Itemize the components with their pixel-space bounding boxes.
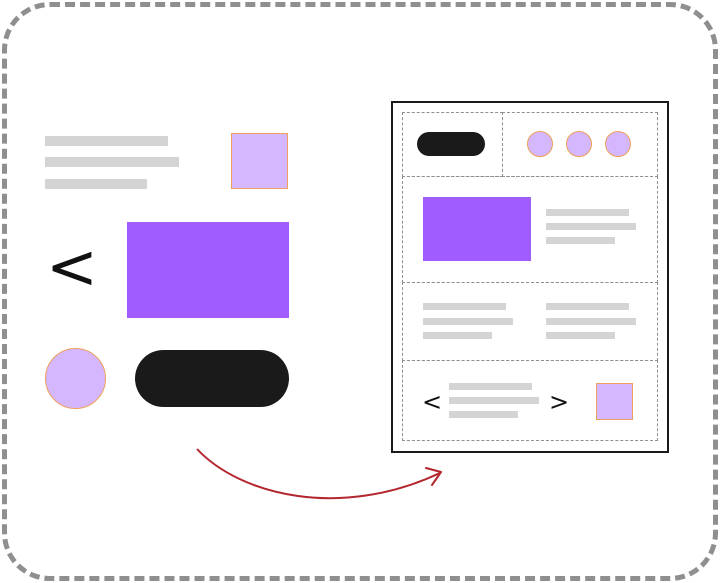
- text-placeholder-line: [546, 209, 629, 216]
- text-placeholder-line: [45, 136, 168, 146]
- button-placeholder-pill: [135, 350, 289, 407]
- text-placeholder-line: [449, 383, 532, 390]
- nav-dot: [605, 131, 631, 157]
- text-placeholder-line: [449, 411, 518, 418]
- text-placeholder-line: [45, 179, 147, 189]
- image-placeholder-square: [231, 133, 288, 189]
- nav-dot: [566, 131, 592, 157]
- image-placeholder-large: [127, 222, 289, 318]
- avatar-placeholder-circle: [45, 348, 106, 409]
- text-placeholder-line: [423, 303, 506, 310]
- nav-dot: [527, 131, 553, 157]
- chevron-right-icon: >: [549, 388, 570, 416]
- hero-image-placeholder: [423, 197, 531, 261]
- text-placeholder-line: [546, 237, 615, 244]
- text-placeholder-line: [546, 318, 636, 325]
- text-placeholder-line: [423, 332, 492, 339]
- chevron-left-icon: <: [422, 388, 443, 416]
- logo-button-placeholder: [417, 132, 485, 156]
- text-placeholder-line: [45, 157, 179, 167]
- thumbnail-placeholder: [596, 383, 633, 420]
- text-placeholder-line: [546, 303, 629, 310]
- text-placeholder-line: [546, 223, 636, 230]
- text-placeholder-line: [423, 318, 513, 325]
- diagram-canvas: < < >: [0, 0, 720, 583]
- text-placeholder-line: [449, 397, 539, 404]
- chevron-left-icon: <: [46, 230, 98, 303]
- text-placeholder-line: [546, 332, 615, 339]
